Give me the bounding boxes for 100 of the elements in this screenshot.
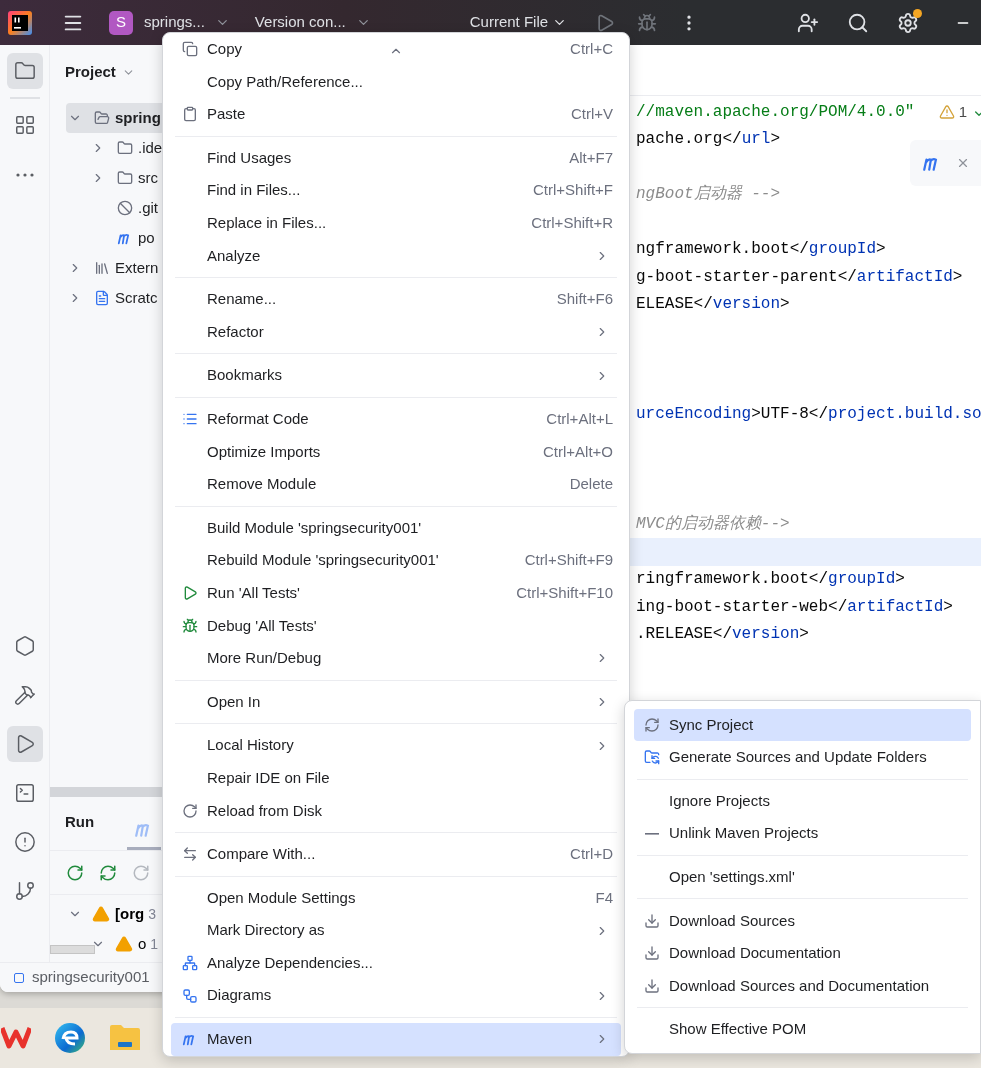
warning-icon [92,905,110,923]
settings-icon[interactable] [897,11,920,34]
menu-item[interactable]: Replace in Files... Ctrl+Shift+R [171,206,621,240]
menu-item[interactable]: Unlink Maven Projects [634,817,971,850]
menu-item[interactable]: Rename... Shift+F6 [171,283,621,316]
menu-item[interactable]: Open Module Settings F4 [171,881,621,915]
tool-window-button[interactable] [6,726,43,762]
run-icon[interactable] [595,12,616,33]
services-icon [13,635,36,657]
code-line: .RELEASE</version> [636,624,809,646]
rerun-failed-icon[interactable] [99,863,117,882]
code-line: //maven.apache.org/POM/4.0.0" [636,101,915,123]
menu-item[interactable]: Analyze Dependencies... [171,946,621,980]
tree-item[interactable]: .git [66,193,162,223]
browser-icon[interactable] [54,1022,86,1054]
folder-icon [117,170,133,186]
menu-item[interactable]: Sync Project [634,708,971,742]
tree-item-label: Extern [115,257,159,278]
menu-item[interactable]: Mark Directory as [171,914,621,947]
menu-item[interactable]: Diagrams [171,979,621,1013]
panel-title: Run [65,811,95,832]
tree-item-label: src [138,167,158,188]
rerun-icon[interactable] [66,863,84,882]
problem-label: o [138,933,147,954]
shortcut-text: Alt+F7 [569,147,613,168]
menu-item[interactable]: Maven [171,1023,621,1056]
menu-item[interactable]: Ignore Projects [634,784,971,818]
code-line: MVC的启动器依赖--> [636,514,790,536]
menu-item[interactable]: Find in Files... Ctrl+Shift+F [171,174,621,207]
module-folder-icon [94,110,110,126]
menu-item[interactable]: Analyze [171,239,621,273]
tree-item[interactable]: Scratc [66,283,162,313]
more-icon [15,173,34,177]
tree-item[interactable]: Extern [66,253,162,283]
problem-count: 3 [148,904,156,924]
menu-item[interactable]: Open 'settings.xml' [634,860,971,894]
menu-item[interactable]: Refactor [171,315,621,349]
module-icon [14,972,24,983]
menu-item[interactable]: Build Module 'springsecurity001' [171,511,621,545]
problem-count: 1 [150,934,159,954]
menu-item[interactable]: Debug 'All Tests' [171,609,621,643]
scrollbar[interactable] [50,945,95,954]
code-line: urceEncoding>UTF-8</project.build.so [636,404,981,426]
office-app-icon[interactable] [1,1024,31,1050]
problems-icon [13,831,36,853]
menu-item[interactable]: Rebuild Module 'springsecurity001' Ctrl+Shift+F9 [171,544,621,577]
branch-icon [13,880,36,902]
folder-app-icon[interactable] [109,1024,141,1052]
shortcut-text: Ctrl+Alt+O [542,441,613,462]
menu-item[interactable]: Download Sources [634,904,971,938]
menu-item[interactable]: Remove Module Delete [171,468,621,501]
menu-item[interactable]: Reload from Disk [171,794,621,828]
menu-item[interactable]: Generate Sources and Update Folders [634,741,971,774]
menu-item[interactable]: Download Documentation [634,937,971,970]
warning-icon [115,935,133,953]
panel-title: Project [65,61,116,82]
warning-icon[interactable] [938,104,955,120]
shortcut-text: Ctrl+Shift+F [532,180,613,201]
code-line: ing-boot-starter-web</artifactId> [636,596,953,618]
shortcut-text: Ctrl+V [570,104,613,125]
tree-item[interactable]: src [66,163,162,193]
app-logo[interactable] [8,10,32,35]
debug-icon[interactable] [637,12,658,33]
problem-label: [org [115,903,145,924]
tree-item[interactable]: po [66,223,162,253]
dash-icon [645,832,659,835]
search-icon[interactable] [847,11,870,34]
folder-icon [117,140,133,156]
menu-item[interactable]: Find Usages Alt+F7 [171,141,621,175]
menu-item[interactable]: Bookmarks [171,359,621,392]
menu-item[interactable]: Optimize Imports Ctrl+Alt+O [171,435,621,469]
shortcut-text: Ctrl+Shift+F9 [524,550,613,571]
diagram-icon [182,987,198,1004]
code-line: ngBoot启动器 --> [636,184,780,206]
tool-window-button[interactable] [6,53,43,89]
breadcrumb[interactable]: springsecurity001 [32,966,150,989]
menu-item[interactable]: Show Effective POM [634,1013,971,1046]
menu-item[interactable]: Local History [171,729,621,762]
tree-item[interactable]: .ide [66,133,162,163]
menu-item[interactable]: Download Sources and Documentation [634,969,971,1003]
close-icon[interactable] [956,156,970,170]
bug-icon [182,617,198,634]
libraries-icon [94,260,110,276]
menu-item[interactable]: Repair IDE on File [171,761,621,795]
menu-item[interactable]: Compare With... Ctrl+D [171,838,621,871]
copy-icon [182,41,198,58]
menu-item[interactable]: Reformat Code Ctrl+Alt+L [171,402,621,436]
shortcut-text: Delete [569,474,613,495]
folder-sync-icon [644,749,660,766]
shortcut-text: Ctrl+D [570,844,613,865]
menu-item[interactable]: Run 'All Tests' Ctrl+Shift+F10 [171,576,621,610]
tree-item[interactable]: spring [66,103,162,133]
terminal-icon [13,782,36,804]
play-icon [182,585,198,602]
menu-item[interactable]: Paste Ctrl+V [171,98,621,131]
add-user-icon[interactable] [797,11,820,34]
menu-item[interactable]: Open In [171,685,621,719]
menu-item[interactable]: More Run/Debug [171,642,621,675]
menu-item[interactable]: Copy Path/Reference... [171,65,621,99]
download-icon [644,912,660,929]
